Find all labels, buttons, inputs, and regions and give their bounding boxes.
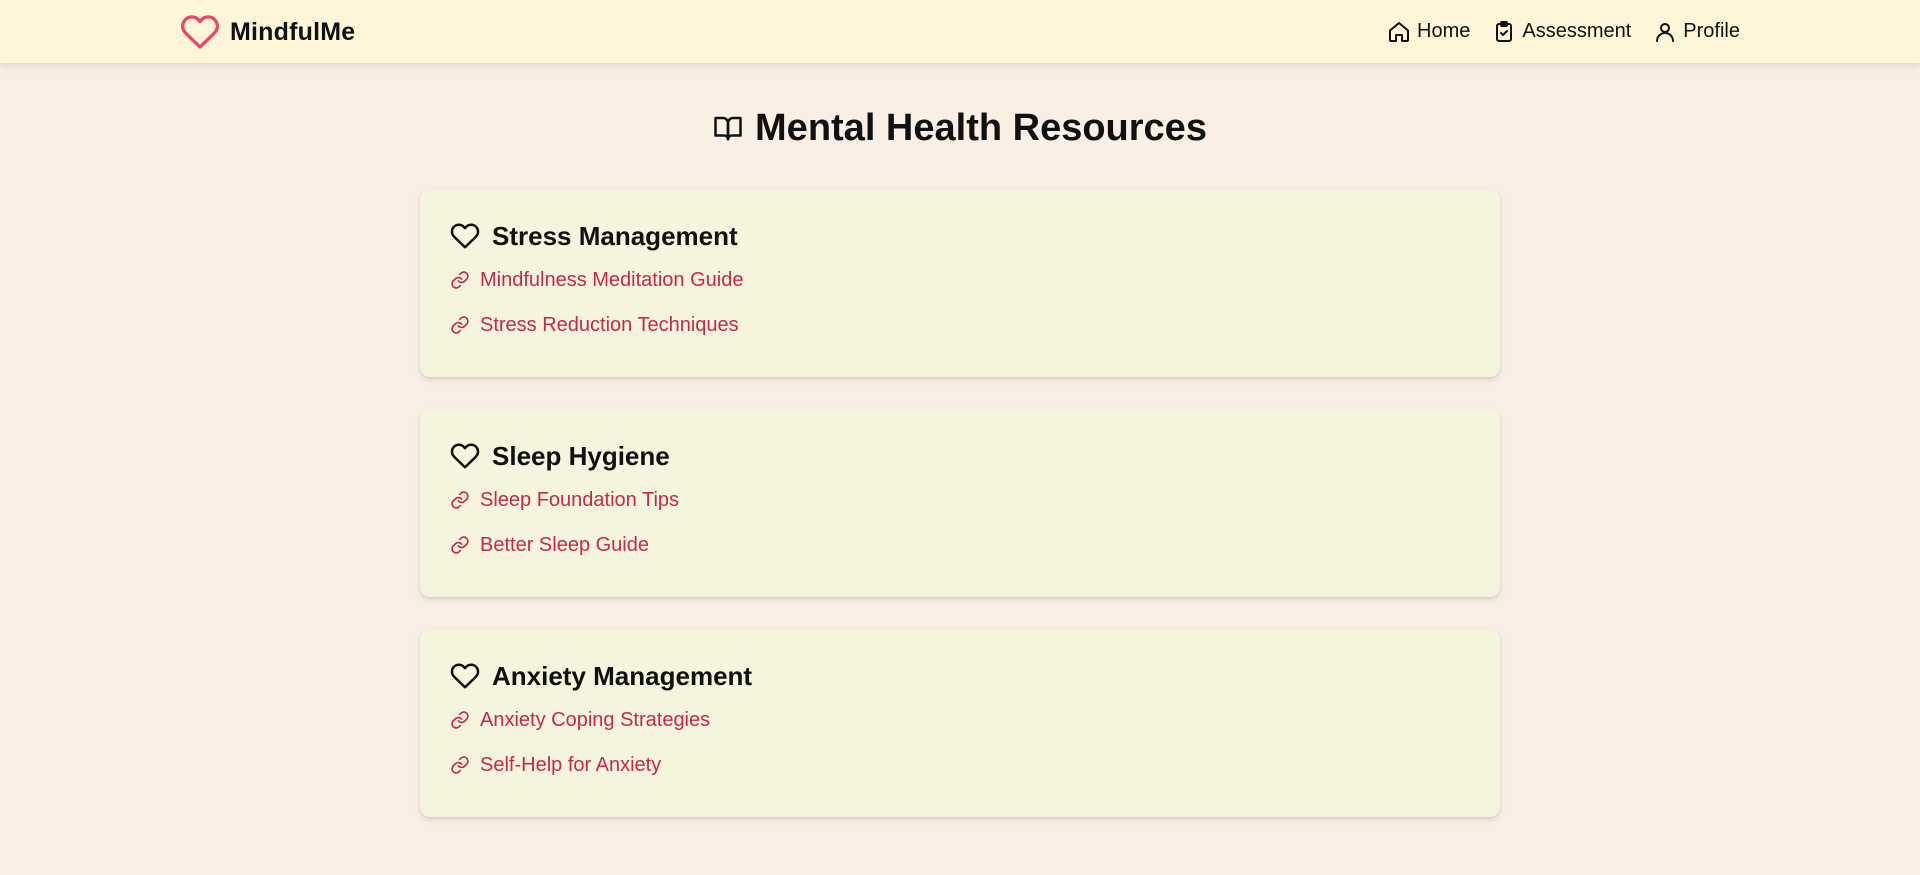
card-header: Anxiety Management xyxy=(450,659,1470,693)
resource-card-stress-management: Stress Management Mindfulness Meditation… xyxy=(420,189,1500,377)
resource-link-label: Self-Help for Anxiety xyxy=(480,753,662,776)
link-icon xyxy=(451,536,469,554)
resource-link[interactable]: Better Sleep Guide xyxy=(450,532,1470,558)
resource-list: Stress Management Mindfulness Meditation… xyxy=(420,189,1500,817)
link-icon xyxy=(451,711,469,729)
card-title: Sleep Hygiene xyxy=(492,440,670,471)
nav-assessment-label: Assessment xyxy=(1522,20,1632,42)
nav-home[interactable]: Home xyxy=(1387,20,1470,44)
resource-link-label: Sleep Foundation Tips xyxy=(480,488,680,511)
card-title: Anxiety Management xyxy=(492,660,753,691)
book-open-icon xyxy=(714,116,742,141)
link-icon xyxy=(451,271,469,289)
brand-name: MindfulMe xyxy=(230,18,356,46)
card-title: Stress Management xyxy=(492,220,738,251)
link-icon xyxy=(451,491,469,509)
main-content: Mental Health Resources Stress Managemen… xyxy=(0,63,1920,817)
card-header: Sleep Hygiene xyxy=(450,439,1470,473)
user-icon xyxy=(1656,22,1675,42)
clipboard-check-icon xyxy=(1496,20,1513,42)
resource-link[interactable]: Stress Reduction Techniques xyxy=(450,312,1470,338)
resource-links: Mindfulness Meditation Guide Stress Redu… xyxy=(450,267,1470,338)
resource-link[interactable]: Self-Help for Anxiety xyxy=(450,752,1470,778)
heart-icon xyxy=(450,223,480,249)
resource-link-label: Stress Reduction Techniques xyxy=(480,313,739,336)
home-icon xyxy=(1389,21,1409,42)
resource-links: Sleep Foundation Tips Better Sleep Guide xyxy=(450,487,1470,558)
heart-icon xyxy=(450,663,480,689)
nav-home-label: Home xyxy=(1417,20,1471,42)
resource-link[interactable]: Sleep Foundation Tips xyxy=(450,487,1470,513)
heart-icon xyxy=(450,443,480,469)
resource-card-sleep-hygiene: Sleep Hygiene Sleep Foundation Tips Bett… xyxy=(420,409,1500,597)
page-title-text: Mental Health Resources xyxy=(755,106,1207,149)
resource-card-anxiety-management: Anxiety Management Anxiety Coping Strate… xyxy=(420,629,1500,817)
page-title: Mental Health Resources xyxy=(0,105,1920,151)
link-icon xyxy=(451,756,469,774)
resource-link[interactable]: Mindfulness Meditation Guide xyxy=(450,267,1470,293)
top-navbar: MindfulMe Home Assessment Profile xyxy=(0,0,1920,63)
brand-logo[interactable]: MindfulMe xyxy=(180,12,355,52)
resource-link-label: Better Sleep Guide xyxy=(480,533,649,556)
resource-link-label: Mindfulness Meditation Guide xyxy=(480,268,744,291)
main-nav: Home Assessment Profile xyxy=(1387,20,1740,44)
nav-profile-label: Profile xyxy=(1683,20,1740,42)
nav-assessment[interactable]: Assessment xyxy=(1492,20,1631,44)
resource-link-label: Anxiety Coping Strategies xyxy=(480,708,711,731)
resource-link[interactable]: Anxiety Coping Strategies xyxy=(450,707,1470,733)
resource-links: Anxiety Coping Strategies Self-Help for … xyxy=(450,707,1470,778)
card-header: Stress Management xyxy=(450,219,1470,253)
nav-profile[interactable]: Profile xyxy=(1653,20,1740,44)
link-icon xyxy=(451,316,469,334)
heart-icon xyxy=(180,14,220,49)
